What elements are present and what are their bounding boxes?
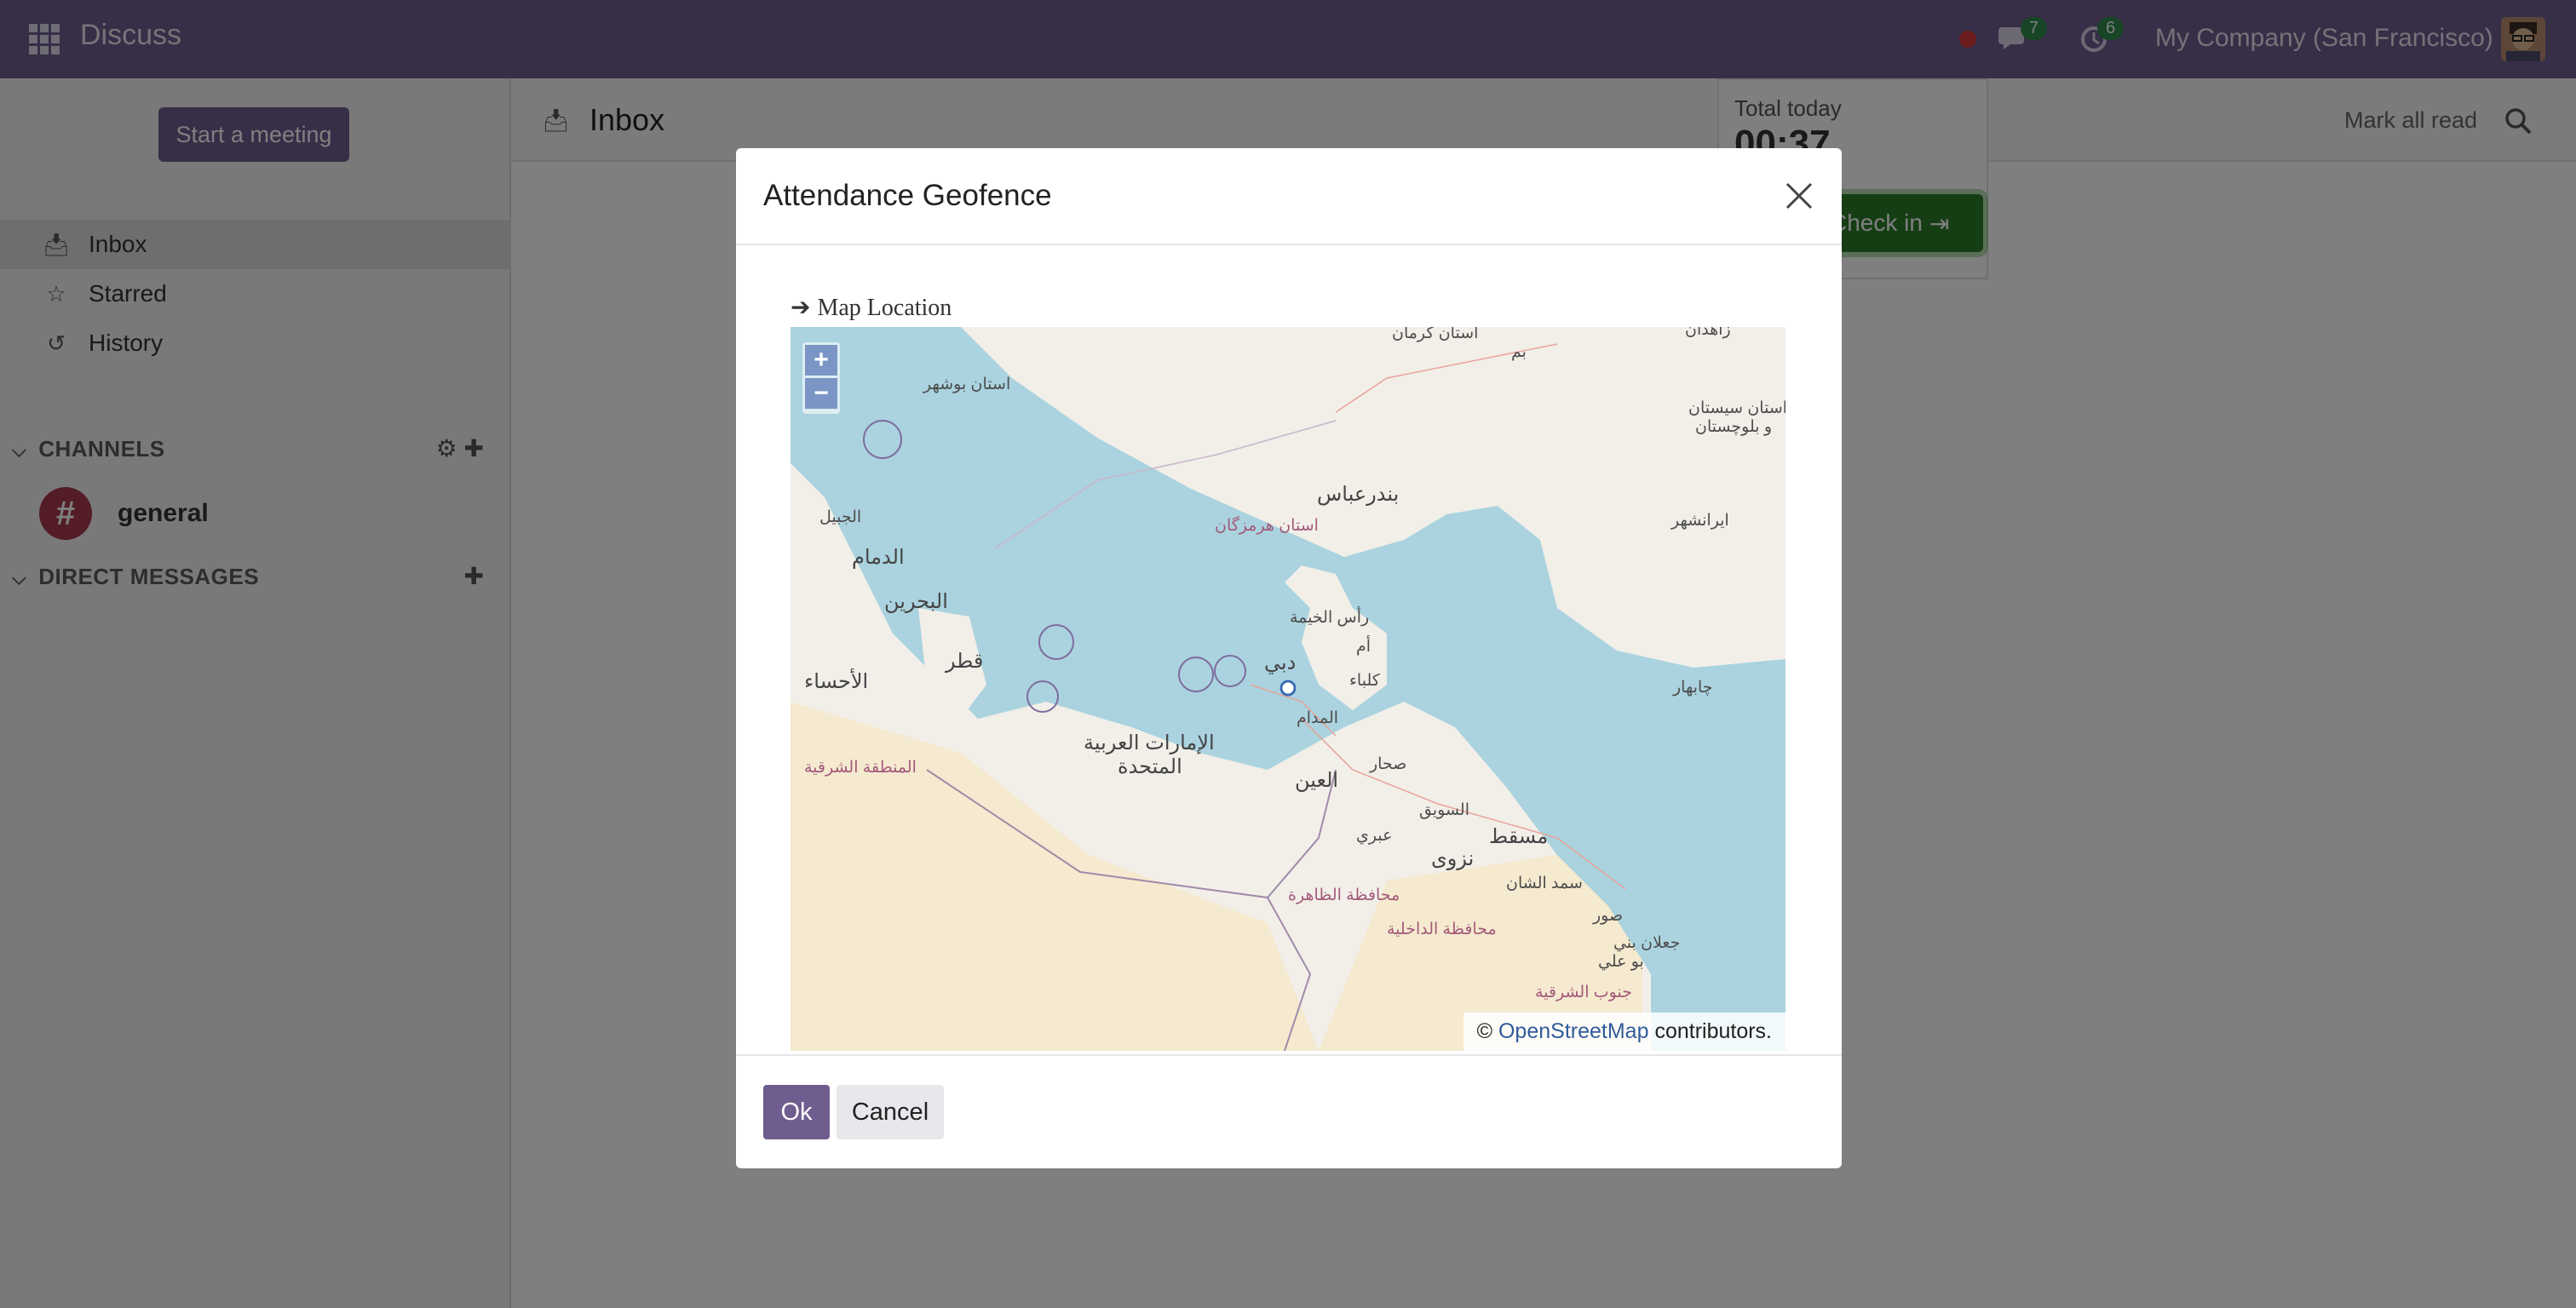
map-place-label: بندرعباس: [1317, 483, 1400, 506]
map-location-text: Map Location: [817, 295, 952, 321]
map-place-label: ایرانشهر: [1671, 512, 1729, 530]
map-place-label: استان سیستان: [1688, 399, 1785, 417]
map-place-label: استان هرمزگان: [1215, 517, 1319, 535]
modal-footer: Ok Cancel: [736, 1054, 1842, 1168]
map-place-label: و بلوچستان: [1695, 418, 1773, 436]
attribution-suffix: contributors.: [1654, 1019, 1772, 1043]
map-place-label: المتحدة: [1118, 755, 1182, 778]
map-place-label: صور: [1593, 907, 1624, 925]
map-zoom-control: + −: [802, 342, 840, 414]
map-place-label: صحار: [1370, 755, 1407, 773]
map-place-label: زاهدان: [1685, 327, 1731, 339]
map-place-label: قطر: [946, 650, 984, 673]
map-place-label: جنوب الشرقية: [1535, 984, 1632, 1001]
ok-button[interactable]: Ok: [763, 1085, 830, 1139]
map-place-label: الإمارات العربية: [1084, 731, 1215, 754]
map-place-label: چابهار: [1673, 679, 1713, 697]
close-icon[interactable]: [1782, 179, 1816, 213]
map-place-label: الأحساء: [804, 670, 869, 693]
map-place-label: استان کرمان: [1392, 327, 1479, 342]
map-place-label: مسقط: [1489, 825, 1549, 848]
zoom-out-button[interactable]: −: [805, 378, 837, 409]
cancel-button[interactable]: Cancel: [837, 1085, 944, 1139]
modal-header: Attendance Geofence: [736, 148, 1842, 245]
map-place-label: الدمام: [852, 546, 905, 569]
map-place-label: رأس الخيمة: [1290, 609, 1370, 627]
map-place-label: الجبيل: [819, 508, 862, 526]
map-place-label: نزوى: [1431, 847, 1475, 870]
arrow-right-icon: ➔: [791, 293, 811, 321]
map-place-label: عبري: [1356, 827, 1393, 845]
map-place-label: سمد الشان: [1506, 875, 1583, 892]
map-place-label: السويق: [1419, 801, 1469, 819]
map-place-label: محافظة الظاهرة: [1288, 886, 1400, 904]
attendance-geofence-dialog: Attendance Geofence ➔ Map Location استان…: [736, 148, 1842, 1168]
map-place-label: كلباء: [1349, 672, 1380, 690]
map-place-label: أم: [1356, 638, 1371, 656]
map-place-label: جعلان بني: [1613, 934, 1681, 952]
map-place-label: البحرين: [884, 590, 948, 613]
map-place-label: دبي: [1264, 651, 1297, 674]
map-place-label: استان بوشهر: [923, 376, 1011, 393]
map-place-label: المدام: [1297, 709, 1339, 727]
map-view[interactable]: استان کرمان بم زاهدان استان بوشهر استان …: [791, 327, 1785, 1051]
map-location-label: ➔ Map Location: [791, 293, 952, 322]
copyright-symbol: ©: [1476, 1019, 1493, 1043]
map-place-label: بم: [1511, 343, 1527, 361]
zoom-in-button[interactable]: +: [805, 345, 837, 376]
map-attribution: © OpenStreetMap contributors.: [1463, 1013, 1785, 1051]
map-place-label: محافظة الداخلية: [1387, 921, 1497, 938]
openstreetmap-link[interactable]: OpenStreetMap: [1498, 1019, 1649, 1043]
map-place-label: المنطقة الشرقية: [804, 759, 917, 777]
map-place-label: العين: [1295, 769, 1339, 792]
modal-title: Attendance Geofence: [763, 179, 1052, 212]
map-place-label: بو علي: [1598, 953, 1644, 971]
